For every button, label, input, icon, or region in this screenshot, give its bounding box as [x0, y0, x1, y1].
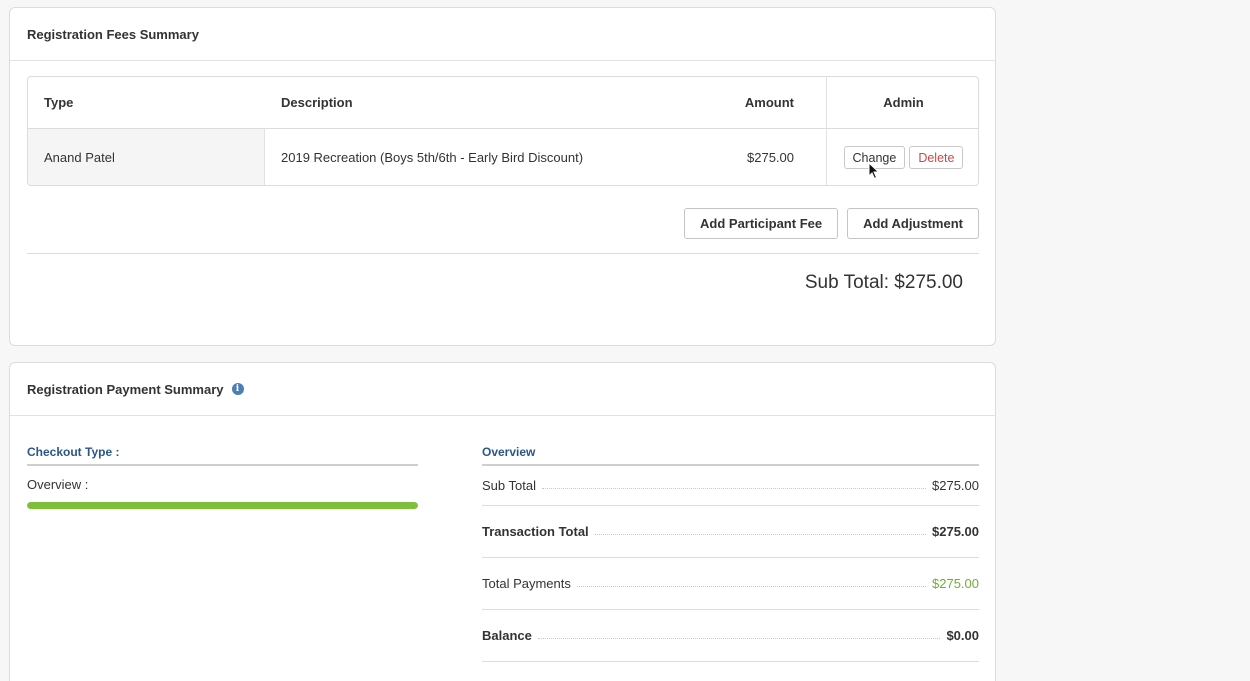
summary-row: Sub Total $275.00 — [482, 466, 979, 506]
checkout-type-label: Checkout Type : — [27, 445, 418, 466]
dotted-leader — [576, 586, 926, 587]
summary-label: Sub Total — [482, 478, 536, 493]
summary-value: $275.00 — [932, 524, 979, 539]
summary-value: $275.00 — [932, 478, 979, 493]
registration-payment-panel: Registration Payment Summary i Checkout … — [9, 362, 996, 681]
delete-button[interactable]: Delete — [909, 146, 964, 169]
summary-label: Transaction Total — [482, 524, 589, 539]
fees-subtotal: Sub Total: $275.00 — [804, 272, 963, 293]
overview-summary-list: Sub Total $275.00 Transaction Total $275.00… — [482, 466, 979, 662]
overview-heading: Overview — [482, 445, 979, 466]
summary-value: $0.00 — [946, 628, 979, 643]
payment-panel-header: Registration Payment Summary i — [10, 363, 995, 416]
fee-amount-cell: $275.00 — [747, 150, 794, 165]
summary-row: Total Payments $275.00 — [482, 558, 979, 610]
column-header-amount: Amount — [744, 95, 794, 110]
column-header-admin: Admin — [826, 77, 978, 128]
add-adjustment-button[interactable]: Add Adjustment — [847, 208, 979, 239]
summary-label: Total Payments — [482, 576, 571, 591]
payment-progress-fill — [27, 502, 418, 509]
overview-label: Overview : — [27, 477, 89, 492]
fees-divider — [27, 253, 979, 254]
fee-actions: Add Participant Fee Add Adjustment — [684, 208, 979, 239]
fee-type-cell: Anand Patel — [28, 129, 265, 185]
mouse-cursor-icon — [868, 162, 880, 180]
dotted-leader — [594, 534, 926, 535]
registration-fees-panel: Registration Fees Summary Type Descripti… — [9, 7, 996, 346]
table-row: Anand Patel 2019 Recreation (Boys 5th/6t… — [28, 129, 978, 185]
column-header-type: Type — [44, 95, 74, 110]
add-participant-fee-button[interactable]: Add Participant Fee — [684, 208, 839, 239]
summary-row: Balance $0.00 — [482, 610, 979, 662]
fee-admin-cell: Change Delete — [826, 129, 978, 185]
column-header-description: Description — [281, 95, 353, 110]
info-icon[interactable]: i — [231, 383, 244, 395]
checkout-type-section: Checkout Type : Overview : — [27, 445, 418, 509]
payment-panel-title: Registration Payment Summary — [27, 381, 224, 397]
summary-row: Transaction Total $275.00 — [482, 506, 979, 558]
fees-panel-title: Registration Fees Summary — [27, 26, 199, 42]
fees-table-header: Type Description Amount Admin — [28, 77, 978, 129]
fees-panel-header: Registration Fees Summary — [10, 8, 995, 61]
dotted-leader — [537, 638, 941, 639]
fees-table: Type Description Amount Admin Anand Pate… — [27, 76, 979, 186]
dotted-leader — [541, 488, 926, 489]
summary-value: $275.00 — [932, 576, 979, 591]
summary-label: Balance — [482, 628, 532, 643]
overview-section: Overview Sub Total $275.00 Transaction Tot… — [482, 445, 979, 662]
fee-description-cell: 2019 Recreation (Boys 5th/6th - Early Bi… — [281, 150, 584, 165]
payment-progress-bar — [27, 502, 418, 509]
